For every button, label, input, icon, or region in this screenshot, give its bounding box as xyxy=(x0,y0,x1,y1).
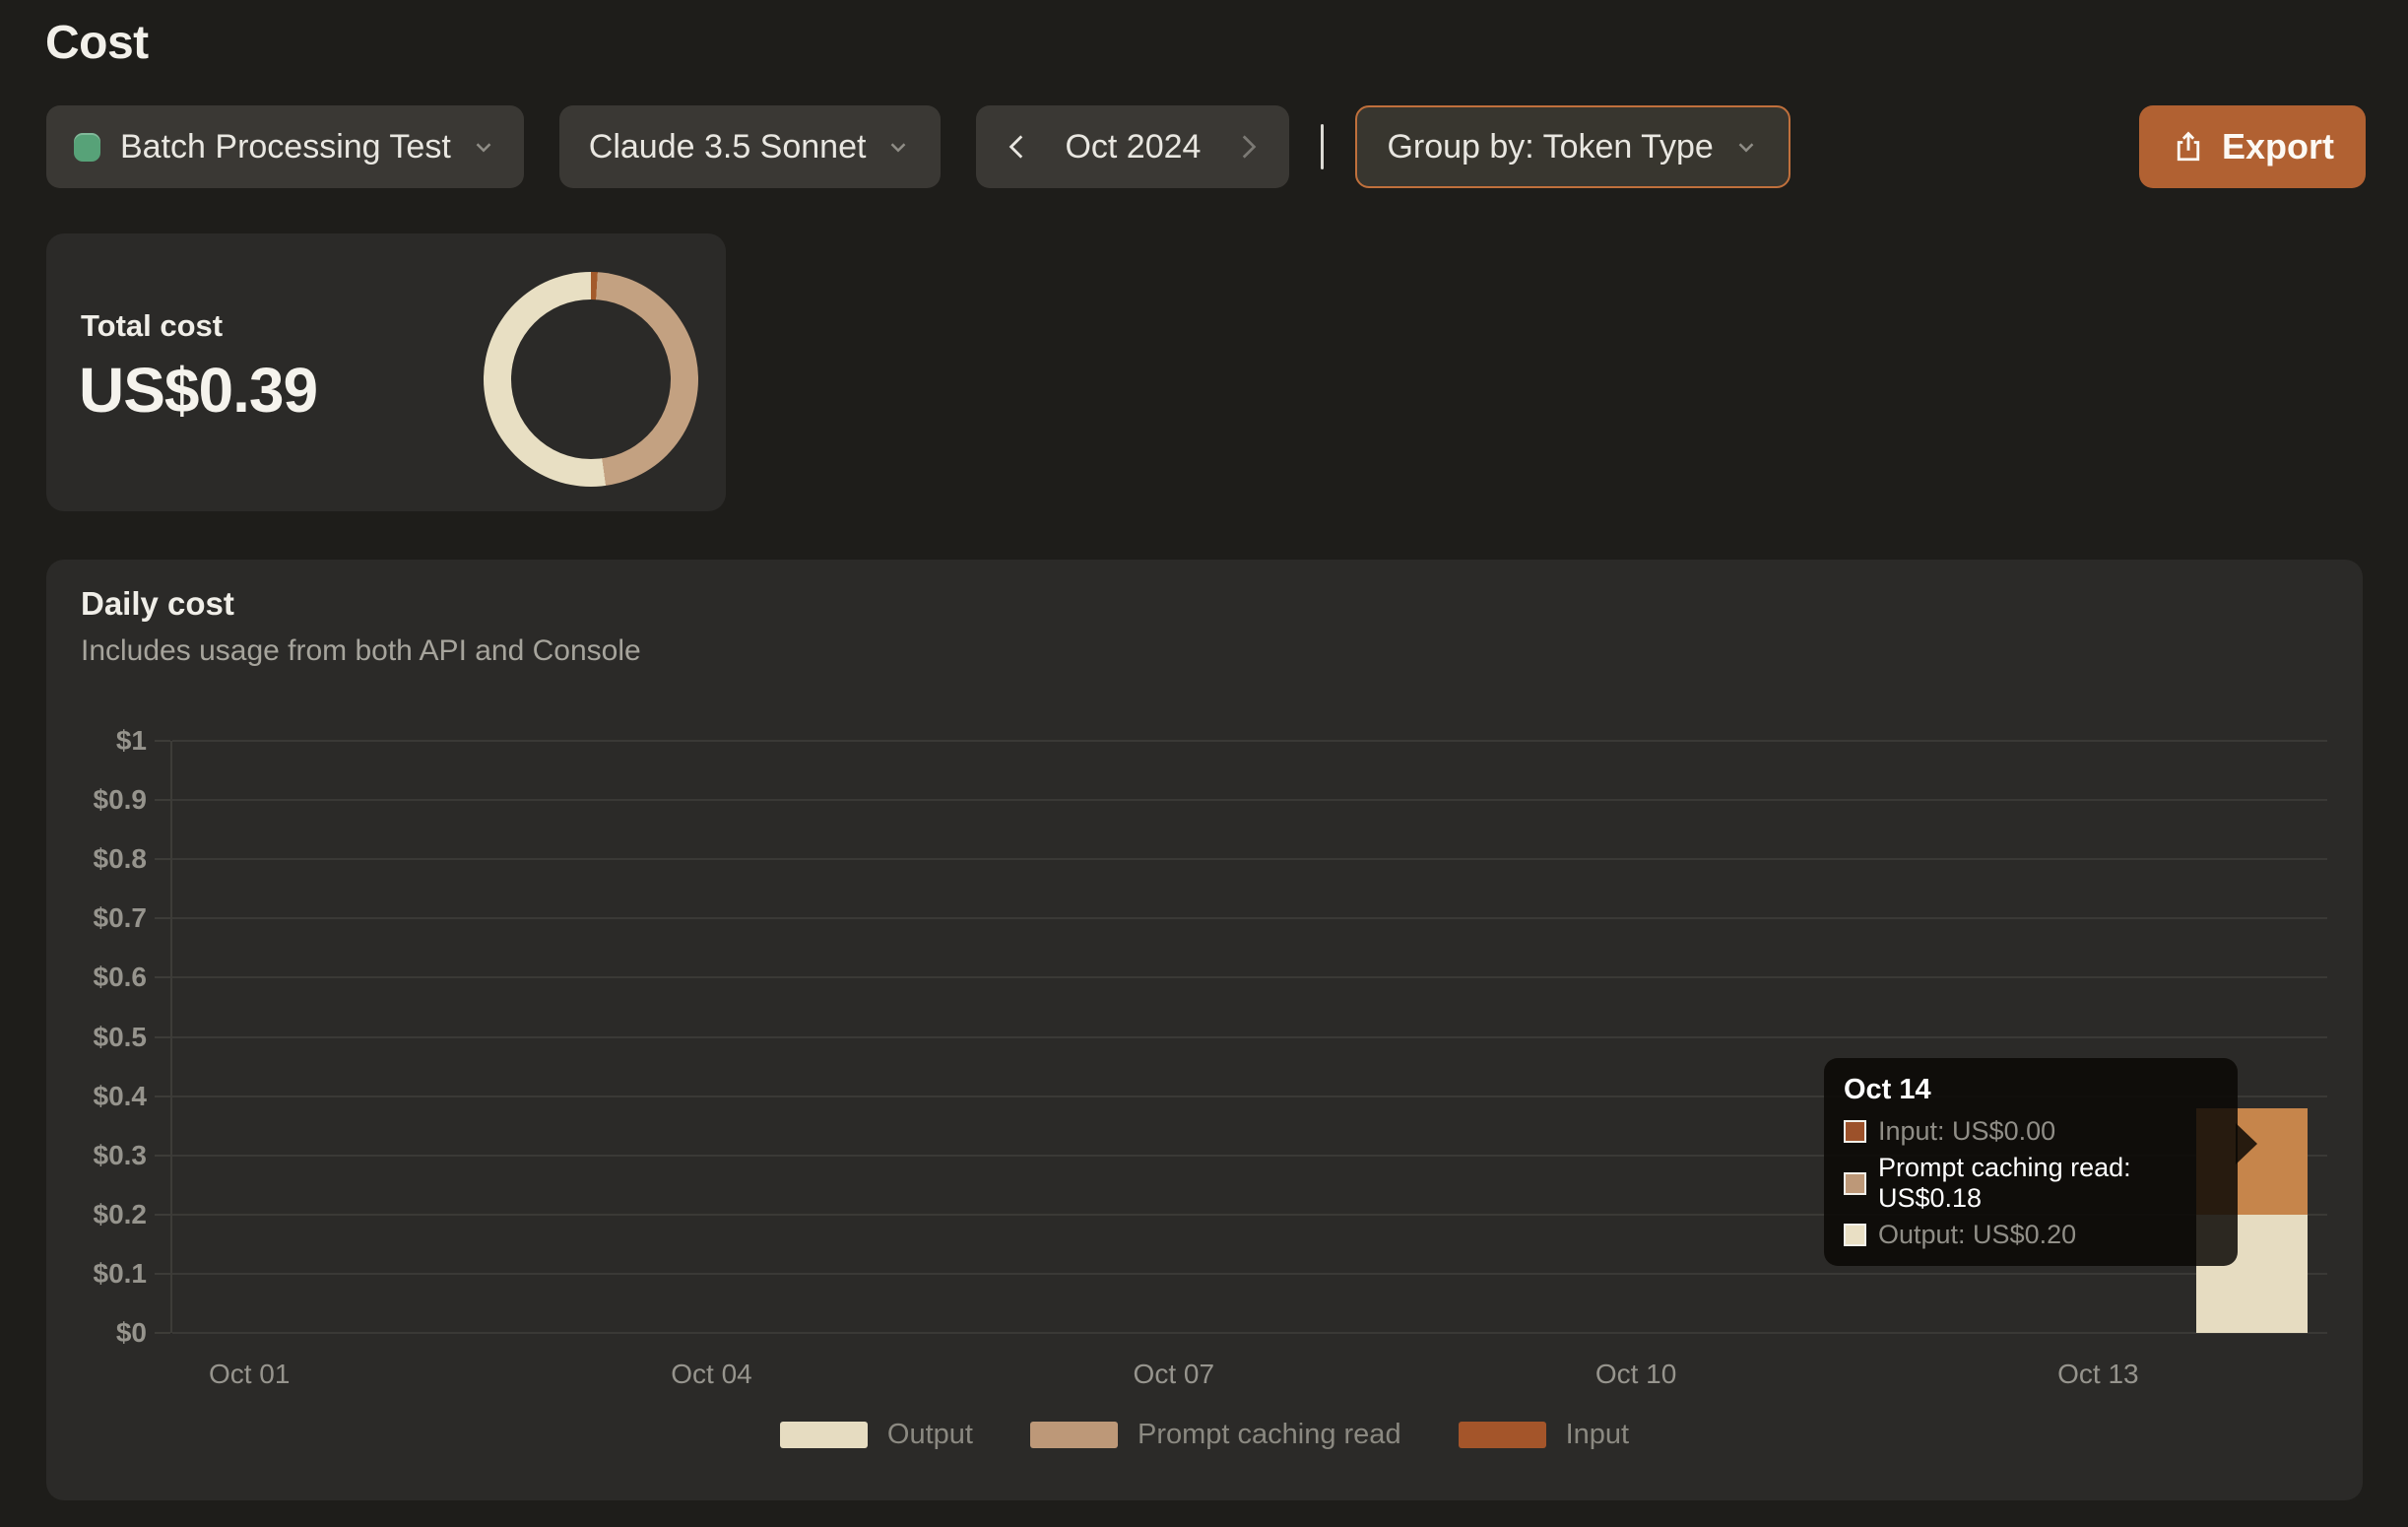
y-axis-label: $0.6 xyxy=(94,962,148,993)
y-axis-tick xyxy=(155,976,170,978)
tooltip-swatch xyxy=(1844,1172,1866,1195)
daily-cost-title: Daily cost xyxy=(81,585,234,623)
legend-label: Input xyxy=(1566,1419,1630,1451)
legend-swatch xyxy=(1030,1422,1118,1448)
y-gridline xyxy=(172,740,2327,742)
export-button[interactable]: Export xyxy=(2139,105,2366,188)
legend-label: Prompt caching read xyxy=(1138,1419,1401,1451)
next-month-button[interactable] xyxy=(1226,117,1269,176)
x-axis-label: Oct 04 xyxy=(671,1359,751,1390)
workspace-status-dot xyxy=(74,133,100,162)
y-axis-label: $0.3 xyxy=(94,1140,148,1171)
legend-label: Output xyxy=(887,1419,973,1451)
workspace-filter-label: Batch Processing Test xyxy=(120,128,451,166)
chart-tooltip: Oct 14 Input: US$0.00 Prompt caching read… xyxy=(1824,1058,2238,1266)
month-label: Oct 2024 xyxy=(1065,128,1201,166)
daily-cost-subtitle: Includes usage from both API and Console xyxy=(81,634,641,668)
y-axis-tick xyxy=(155,740,170,742)
tooltip-row-label: Output: US$0.20 xyxy=(1878,1220,2076,1250)
y-gridline xyxy=(172,1332,2327,1334)
daily-cost-card: Daily cost Includes usage from both API … xyxy=(46,560,2363,1500)
page-title: Cost xyxy=(45,16,149,70)
y-axis-label: $0.8 xyxy=(94,843,148,875)
y-axis-label: $0.4 xyxy=(94,1081,148,1112)
tooltip-title: Oct 14 xyxy=(1844,1074,2218,1106)
x-axis-label: Oct 10 xyxy=(1595,1359,1676,1390)
chart-legend: Output Prompt caching read Input xyxy=(46,1419,2363,1451)
tooltip-row: Output: US$0.20 xyxy=(1844,1220,2218,1250)
daily-cost-plot-area: $0$0.1$0.2$0.3$0.4$0.5$0.6$0.7$0.8$0.9$1… xyxy=(170,741,2327,1333)
tooltip-swatch xyxy=(1844,1120,1866,1143)
chevron-right-icon xyxy=(1232,131,1264,163)
y-gridline xyxy=(172,1036,2327,1038)
total-cost-donut-chart[interactable] xyxy=(484,272,698,487)
y-axis-tick xyxy=(155,858,170,860)
upload-icon xyxy=(2171,129,2206,165)
y-axis-label: $1 xyxy=(116,725,147,757)
y-axis-tick xyxy=(155,1273,170,1275)
y-axis-tick xyxy=(155,799,170,801)
y-axis-label: $0.1 xyxy=(94,1258,148,1290)
toolbar: Batch Processing Test Claude 3.5 Sonnet … xyxy=(46,105,2366,188)
x-axis-label: Oct 13 xyxy=(2057,1359,2138,1390)
month-navigator: Oct 2024 xyxy=(976,105,1289,188)
y-axis-tick xyxy=(155,1155,170,1157)
y-gridline xyxy=(172,917,2327,919)
x-axis-label: Oct 07 xyxy=(1134,1359,1214,1390)
legend-swatch xyxy=(1459,1422,1546,1448)
cost-page: Cost Batch Processing Test Claude 3.5 So… xyxy=(0,0,2408,1527)
model-filter-label: Claude 3.5 Sonnet xyxy=(589,128,867,166)
legend-item-prompt-caching-read[interactable]: Prompt caching read xyxy=(1030,1419,1401,1451)
x-axis-label: Oct 01 xyxy=(209,1359,290,1390)
tooltip-row: Prompt caching read: US$0.18 xyxy=(1844,1153,2218,1214)
tooltip-rows: Input: US$0.00 Prompt caching read: US$0.… xyxy=(1844,1116,2218,1250)
y-axis-label: $0.2 xyxy=(94,1199,148,1230)
legend-swatch xyxy=(780,1422,868,1448)
y-gridline xyxy=(172,799,2327,801)
tooltip-swatch xyxy=(1844,1224,1866,1246)
group-by-label: Group by: Token Type xyxy=(1387,128,1713,166)
chevron-down-icon xyxy=(1733,134,1759,160)
tooltip-row: Input: US$0.00 xyxy=(1844,1116,2218,1147)
legend-item-input[interactable]: Input xyxy=(1459,1419,1630,1451)
y-axis-tick xyxy=(155,917,170,919)
y-axis-label: $0 xyxy=(116,1317,147,1349)
y-axis-label: $0.7 xyxy=(94,902,148,934)
workspace-filter-button[interactable]: Batch Processing Test xyxy=(46,105,524,188)
tooltip-row-label: Input: US$0.00 xyxy=(1878,1116,2055,1147)
y-gridline xyxy=(172,976,2327,978)
tooltip-caret xyxy=(2236,1123,2257,1164)
previous-month-button[interactable] xyxy=(996,117,1039,176)
y-axis-label: $0.5 xyxy=(94,1022,148,1053)
tooltip-row-label: Prompt caching read: US$0.18 xyxy=(1878,1153,2218,1214)
y-axis-label: $0.9 xyxy=(94,784,148,816)
group-by-button[interactable]: Group by: Token Type xyxy=(1355,105,1790,188)
y-axis-tick xyxy=(155,1214,170,1216)
y-axis-tick xyxy=(155,1036,170,1038)
total-cost-card: Total cost US$0.39 xyxy=(46,233,726,511)
y-gridline xyxy=(172,858,2327,860)
y-gridline xyxy=(172,1273,2327,1275)
chevron-down-icon xyxy=(471,134,496,160)
chevron-down-icon xyxy=(885,134,911,160)
model-filter-button[interactable]: Claude 3.5 Sonnet xyxy=(559,105,942,188)
chevron-left-icon xyxy=(1002,131,1033,163)
y-axis-tick xyxy=(155,1095,170,1097)
legend-item-output[interactable]: Output xyxy=(780,1419,973,1451)
toolbar-separator xyxy=(1321,124,1324,169)
total-cost-value: US$0.39 xyxy=(79,354,317,427)
total-cost-label: Total cost xyxy=(81,308,223,344)
export-label: Export xyxy=(2222,126,2334,167)
y-axis-tick xyxy=(155,1332,170,1334)
